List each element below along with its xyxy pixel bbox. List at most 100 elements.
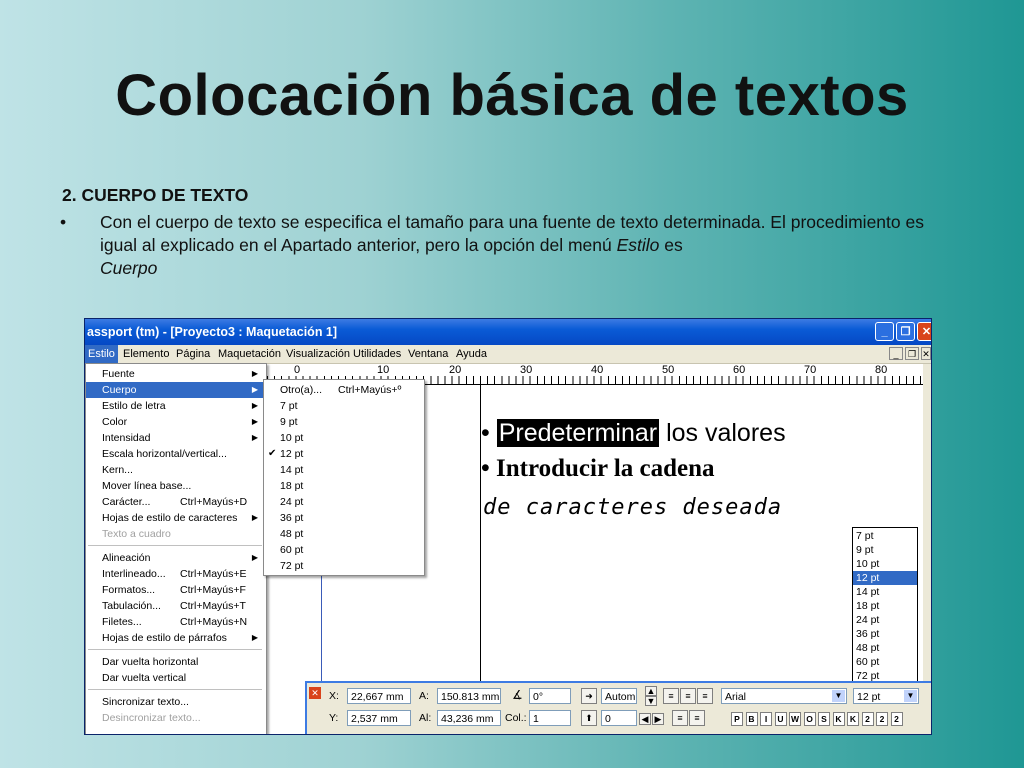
canvas-line-2-text[interactable]: Introducir la cadena <box>496 455 715 482</box>
type-style-button[interactable]: K <box>832 712 845 726</box>
size-list-option[interactable]: 60 pt <box>853 655 917 669</box>
type-style-button[interactable]: 2 <box>876 712 888 726</box>
align-left-icon[interactable]: ≡ <box>663 688 679 704</box>
mdi-close-icon[interactable]: ✕ <box>921 347 931 360</box>
size-list-option[interactable]: 18 pt <box>853 599 917 613</box>
estilo-menu-item[interactable]: Interlineado... Ctrl+Mayús+E <box>86 566 264 582</box>
menu-estilo[interactable]: Estilo <box>85 345 118 363</box>
size-list-option[interactable]: 9 pt <box>853 543 917 557</box>
size-menu-item[interactable]: 10 pt <box>264 430 422 446</box>
estilo-menu-item[interactable]: Color ▶ <box>86 414 264 430</box>
estilo-menu-item[interactable]: Sincronizar texto... <box>86 694 264 710</box>
scrollbar-area[interactable] <box>923 364 931 684</box>
minimize-button[interactable]: _ <box>875 322 894 341</box>
chevron-down-icon[interactable]: ▼ <box>904 690 917 702</box>
size-list-option[interactable]: 36 pt <box>853 627 917 641</box>
estilo-menu-item[interactable]: Fuente ▶ <box>86 366 264 382</box>
angle-field[interactable]: 0° <box>529 688 571 704</box>
font-size-list[interactable]: 7 pt 9 pt 10 pt 12 pt 14 pt 18 pt 24 pt 36 pt 48… <box>852 527 918 685</box>
size-menu-item[interactable]: 9 pt <box>264 414 422 430</box>
align-force-justify-icon[interactable]: ≡ <box>689 710 705 726</box>
leading-down-icon[interactable]: ▼ <box>645 696 657 706</box>
size-menu-item[interactable]: 24 pt <box>264 494 422 510</box>
menu-visualizacion[interactable]: Visualización <box>283 345 353 363</box>
estilo-menu-item[interactable]: Estilo de letra ▶ <box>86 398 264 414</box>
type-style-button[interactable]: I <box>760 712 772 726</box>
estilo-menu-item[interactable]: Cuerpo ▶ <box>86 382 264 398</box>
arrow-up-icon[interactable]: ⬆ <box>581 710 597 726</box>
align-justify-icon[interactable]: ≡ <box>672 710 688 726</box>
size-list-option[interactable]: 7 pt <box>853 529 917 543</box>
width-field[interactable]: 150.813 mm <box>437 688 501 704</box>
selected-text[interactable]: Predeterminar <box>496 419 660 447</box>
x-field[interactable]: 22,667 mm <box>347 688 411 704</box>
size-list-option[interactable]: 10 pt <box>853 557 917 571</box>
mdi-restore-icon[interactable]: ❐ <box>905 347 919 360</box>
size-menu-item[interactable]: ✔ 12 pt <box>264 446 422 462</box>
estilo-menu-item[interactable]: Hojas de estilo de párrafos ▶ <box>86 630 264 646</box>
type-style-button[interactable]: K <box>847 712 859 726</box>
estilo-menu-item[interactable]: Dar vuelta vertical <box>86 670 264 686</box>
estilo-menu-item[interactable]: Dar vuelta horizontal <box>86 654 264 670</box>
tracking-field[interactable]: 0 <box>601 710 637 726</box>
mdi-minimize-icon[interactable]: _ <box>889 347 903 360</box>
size-menu-item[interactable]: 36 pt <box>264 510 422 526</box>
menu-utilidades[interactable]: Utilidades <box>350 345 404 363</box>
type-style-button[interactable]: B <box>745 712 758 726</box>
estilo-menu-item[interactable]: Filetes... Ctrl+Mayús+N <box>86 614 264 630</box>
size-menu-item[interactable]: 60 pt <box>264 542 422 558</box>
y-field[interactable]: 2,537 mm <box>347 710 411 726</box>
type-style-button[interactable]: P <box>731 712 743 726</box>
size-list-option[interactable]: 24 pt <box>853 613 917 627</box>
size-menu-item[interactable]: 18 pt <box>264 478 422 494</box>
estilo-menu-item[interactable]: Formatos... Ctrl+Mayús+F <box>86 582 264 598</box>
size-menu-item[interactable]: Otro(a)... Ctrl+Mayús+º <box>264 382 422 398</box>
menu-ventana[interactable]: Ventana <box>405 345 451 363</box>
canvas-line-1-rest[interactable]: los valores <box>659 419 786 447</box>
leading-up-icon[interactable]: ▲ <box>645 686 657 696</box>
canvas-line-3[interactable]: de caracteres deseada <box>483 495 782 520</box>
size-menu-item[interactable]: 14 pt <box>264 462 422 478</box>
type-style-button[interactable]: O <box>803 712 816 726</box>
type-style-button[interactable]: 2 <box>861 712 874 726</box>
estilo-menu-item[interactable]: Kern... <box>86 462 264 478</box>
columns-field[interactable]: 1 <box>529 710 571 726</box>
size-select[interactable]: 12 pt ▼ <box>853 688 919 704</box>
size-list-option[interactable]: 12 pt <box>853 571 917 585</box>
estilo-menu-item[interactable]: Intensidad ▶ <box>86 430 264 446</box>
restore-button[interactable]: ❐ <box>896 322 915 341</box>
estilo-menu-item[interactable]: Carácter... Ctrl+Mayús+D <box>86 494 264 510</box>
size-list-option[interactable]: 48 pt <box>853 641 917 655</box>
align-center-icon[interactable]: ≡ <box>680 688 696 704</box>
close-button[interactable]: ✕ <box>917 322 931 341</box>
size-menu-item[interactable]: 7 pt <box>264 398 422 414</box>
estilo-menu-item[interactable]: Alineación ▶ <box>86 550 264 566</box>
arrow-right-icon[interactable]: ➜ <box>581 688 597 704</box>
size-menu-item[interactable]: 48 pt <box>264 526 422 542</box>
canvas-line-1[interactable]: • Predeterminar los valores <box>481 419 786 448</box>
type-style-button[interactable]: W <box>789 712 801 726</box>
estilo-menu-item[interactable]: Tabulación... Ctrl+Mayús+T <box>86 598 264 614</box>
type-style-button[interactable]: U <box>774 712 787 726</box>
estilo-menu-item[interactable]: Mover línea base... <box>86 478 264 494</box>
menu-ayuda[interactable]: Ayuda <box>453 345 490 363</box>
type-style-button[interactable]: 2 <box>890 712 903 726</box>
canvas-line-2[interactable]: • Introducir la cadena <box>481 455 715 483</box>
title-bar[interactable]: assport (tm) - [Proyecto3 : Maquetación … <box>85 319 931 345</box>
tracking-left-icon[interactable]: ◀ <box>639 713 651 725</box>
menu-elemento[interactable]: Elemento <box>120 345 172 363</box>
align-right-icon[interactable]: ≡ <box>697 688 713 704</box>
size-list-option[interactable]: 14 pt <box>853 585 917 599</box>
tracking-right-icon[interactable]: ▶ <box>652 713 664 725</box>
palette-close-icon[interactable]: ✕ <box>309 687 321 699</box>
font-select[interactable]: Arial ▼ <box>721 688 847 704</box>
height-field[interactable]: 43,236 mm <box>437 710 501 726</box>
leading-field[interactable]: Autom <box>601 688 637 704</box>
menu-maquetacion[interactable]: Maquetación <box>215 345 284 363</box>
menu-pagina[interactable]: Página <box>173 345 213 363</box>
estilo-menu-item[interactable]: Escala horizontal/vertical... <box>86 446 264 462</box>
chevron-down-icon[interactable]: ▼ <box>832 690 845 702</box>
type-style-button[interactable]: S <box>818 712 830 726</box>
size-menu-item[interactable]: 72 pt <box>264 558 422 574</box>
estilo-menu-item[interactable]: Hojas de estilo de caracteres ▶ <box>86 510 264 526</box>
